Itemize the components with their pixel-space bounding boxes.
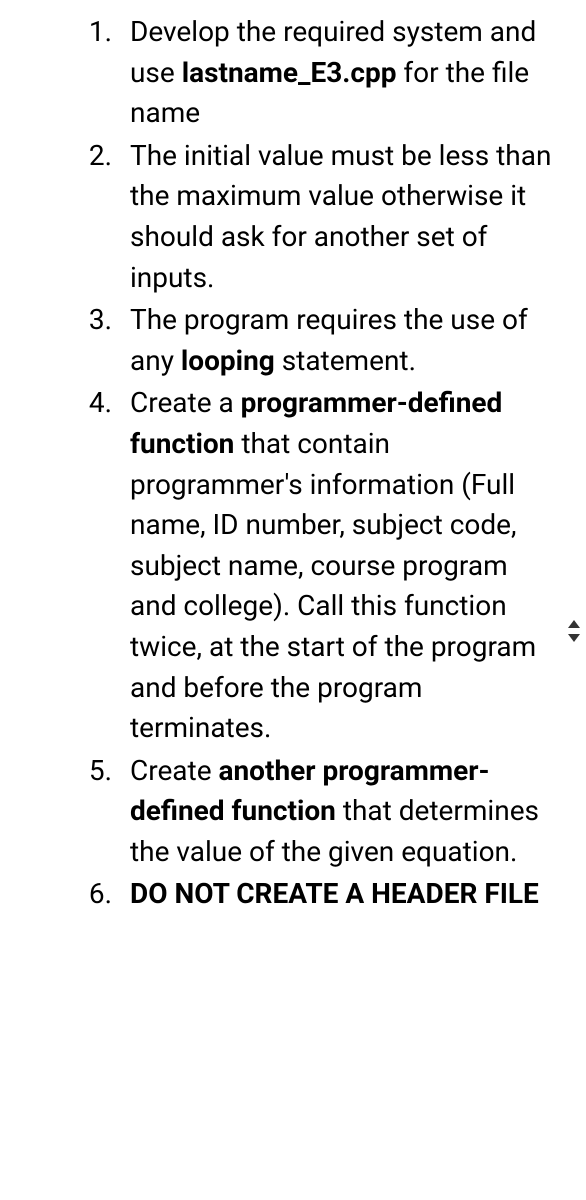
list-item-content: The program requires the use of any loop… bbox=[130, 300, 566, 381]
list-item: 1.Develop the required system and use la… bbox=[0, 12, 566, 134]
list-item-number: 3. bbox=[0, 300, 130, 381]
list-item: 2.The initial value must be less than th… bbox=[0, 136, 566, 298]
scroll-control bbox=[568, 620, 580, 642]
list-item-content: DO NOT CREATE A HEADER FILE bbox=[130, 874, 566, 915]
instructions-list: 1.Develop the required system and use la… bbox=[0, 12, 566, 915]
body-text: Create a bbox=[130, 386, 241, 419]
bold-text: lastname_E3.cpp bbox=[182, 56, 397, 89]
list-item-number: 5. bbox=[0, 751, 130, 873]
body-text: Create bbox=[130, 754, 218, 787]
list-item: 4.Create a programmer-defined function t… bbox=[0, 383, 566, 748]
bold-text: DO NOT CREATE A HEADER FILE bbox=[130, 877, 539, 910]
list-item: 3.The program requires the use of any lo… bbox=[0, 300, 566, 381]
list-item-content: The initial value must be less than the … bbox=[130, 136, 566, 298]
body-text: that contain programmer's information (F… bbox=[130, 427, 536, 744]
list-item: 5.Create another programmer-defined func… bbox=[0, 751, 566, 873]
list-item-number: 6. bbox=[0, 874, 130, 915]
list-item-content: Create a programmer-defined function tha… bbox=[130, 383, 566, 748]
scroll-down-icon[interactable] bbox=[568, 634, 580, 642]
scroll-up-icon[interactable] bbox=[568, 620, 580, 628]
list-item-number: 4. bbox=[0, 383, 130, 748]
body-text: statement. bbox=[275, 344, 416, 377]
body-text: The initial value must be less than the … bbox=[130, 139, 551, 294]
list-item: 6.DO NOT CREATE A HEADER FILE bbox=[0, 874, 566, 915]
list-item-content: Create another programmer-defined functi… bbox=[130, 751, 566, 873]
list-item-number: 1. bbox=[0, 12, 130, 134]
bold-text: looping bbox=[181, 344, 275, 377]
list-item-number: 2. bbox=[0, 136, 130, 298]
list-item-content: Develop the required system and use last… bbox=[130, 12, 566, 134]
